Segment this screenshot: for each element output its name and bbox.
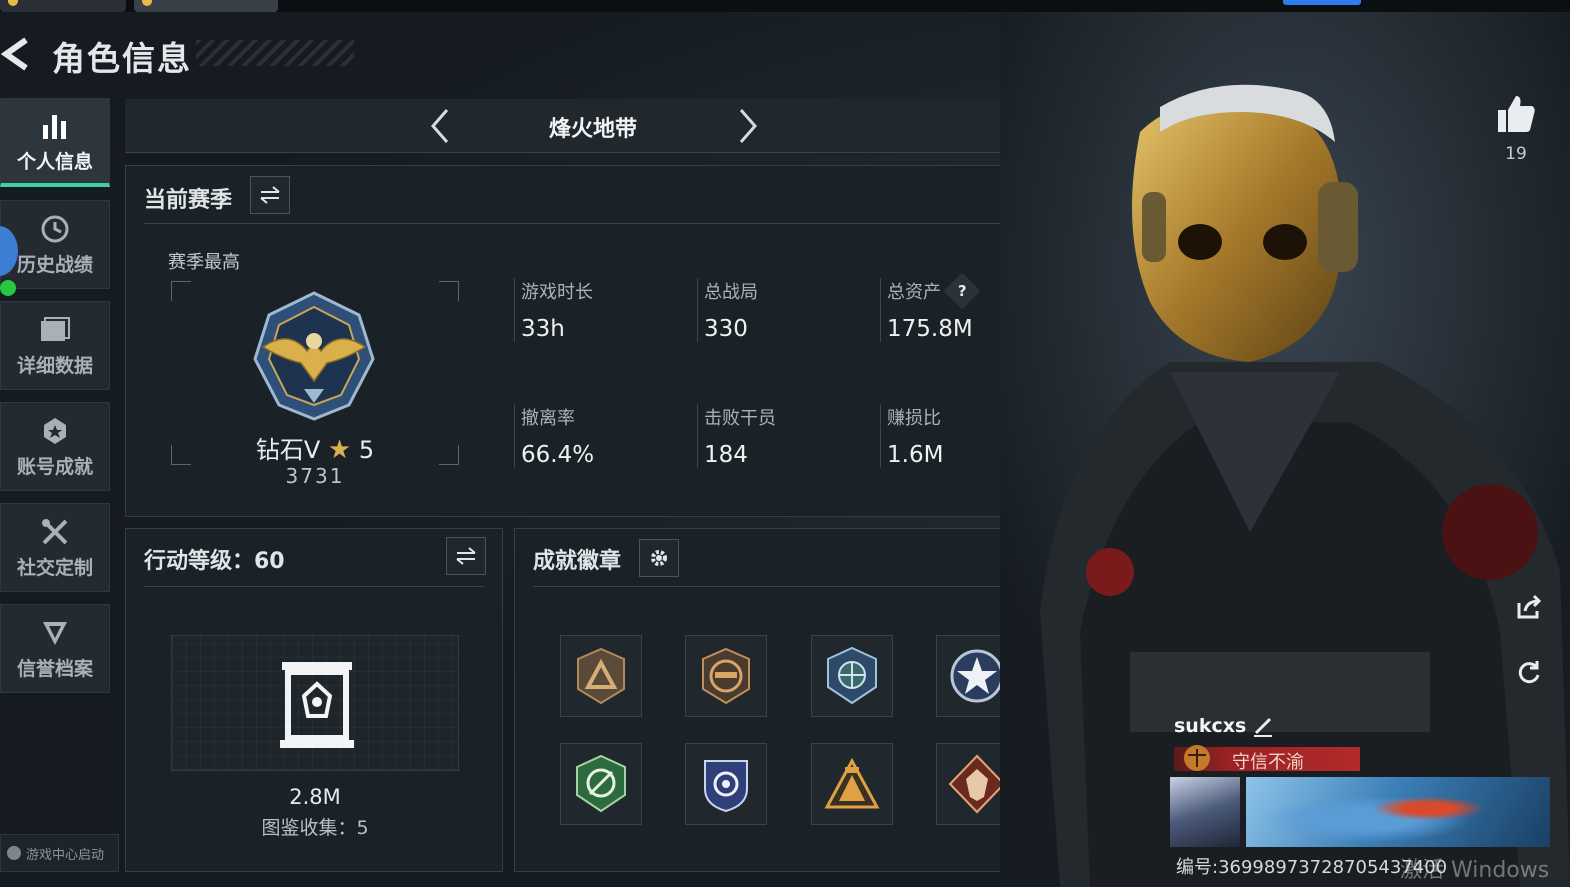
stat-label: 撤离率 (521, 408, 575, 429)
level-display (171, 635, 459, 771)
page-title: 角色信息 (52, 39, 192, 78)
sidebar-item-personal-info[interactable]: 个人信息 (0, 98, 110, 187)
stat-extraction-rate: 撤离率 66.4% (514, 404, 594, 468)
tent-badge[interactable] (811, 743, 893, 825)
stat-value: 33h (521, 316, 565, 342)
refresh-button[interactable] (1508, 651, 1550, 693)
level-panel: 行动等级：60 2.8M 图鉴收集：5 (125, 528, 503, 872)
armory-locker-icon (280, 662, 354, 748)
swap-icon (456, 547, 476, 565)
shield-v-icon (38, 616, 72, 650)
stat-total-assets: 总资产 ? 175.8M (880, 272, 981, 342)
badges-settings-button[interactable] (639, 539, 679, 577)
host-indicator (1283, 0, 1361, 5)
help-icon[interactable]: ? (943, 272, 981, 310)
triangle-badge[interactable] (560, 635, 642, 717)
refresh-icon (1518, 661, 1540, 684)
edit-pencil-icon[interactable] (1252, 715, 1274, 737)
blue-crest-badge[interactable] (685, 743, 767, 825)
sidebar-item-label: 账号成就 (16, 456, 93, 478)
chevron-right-icon (739, 109, 757, 143)
like-count: 19 (1505, 144, 1527, 164)
stat-operators-defeated: 击败干员 184 (697, 404, 776, 468)
back-arrow-icon (0, 37, 28, 71)
stat-value: 66.4% (521, 442, 595, 468)
title-decoration (196, 40, 354, 66)
clock-icon (38, 212, 72, 246)
wifi-status-icon (0, 280, 16, 296)
season-heading: 当前赛季 (144, 188, 233, 213)
sidebar-item-details[interactable]: 详细数据 (0, 301, 110, 390)
host-tab-strip (0, 0, 1570, 12)
tools-icon (38, 515, 72, 549)
swap-icon (260, 186, 280, 204)
like-icon[interactable] (1494, 92, 1538, 136)
host-tab-active[interactable] (134, 0, 278, 12)
host-tab[interactable] (0, 0, 126, 12)
person-icon (7, 846, 21, 860)
diamond-rank-emblem-icon (253, 291, 375, 421)
avatar[interactable] (1170, 777, 1240, 847)
season-panel: 当前赛季 赛季最高 钻石V ★ 5 3731 游戏时长 33h 总战局 330 … (125, 165, 1061, 517)
mode-selector: 烽火地带 (125, 99, 1061, 153)
rank-stars: 5 (358, 436, 375, 464)
next-mode-button[interactable] (728, 103, 768, 149)
sidebar-item-social[interactable]: 社交定制 (0, 503, 110, 592)
sidebar-item-label: 个人信息 (16, 150, 93, 173)
stat-profit-ratio: 赚损比 1.6M (880, 404, 943, 468)
stat-value: 175.8M (887, 316, 973, 342)
stat-value: 330 (704, 316, 748, 342)
medal-icon (38, 414, 72, 448)
stat-playtime: 游戏时长 33h (514, 278, 593, 342)
share-icon (1517, 594, 1542, 619)
sidebar-item-achievements[interactable]: 账号成就 (0, 402, 110, 491)
profile-banner (1246, 777, 1550, 847)
season-switch-button[interactable] (250, 176, 290, 214)
player-title-tag: 守信不渝 (1174, 745, 1360, 773)
stat-label: 总战局 (704, 282, 758, 303)
pistol-badge[interactable] (685, 635, 767, 717)
level-heading: 行动等级：60 (144, 549, 285, 574)
player-title: 守信不渝 (1232, 752, 1304, 773)
stat-label: 总资产 (887, 282, 941, 303)
stat-label-row: 总资产 ? (887, 272, 981, 310)
share-button[interactable] (1508, 586, 1550, 628)
stat-total-matches: 总战局 330 (697, 278, 758, 342)
mode-name: 烽火地带 (548, 117, 637, 142)
stat-label: 赚损比 (887, 408, 941, 429)
game-center-launch[interactable]: 游戏中心启动 (0, 834, 119, 872)
stat-value: 184 (704, 442, 748, 468)
scope-badge[interactable] (560, 743, 642, 825)
divider (144, 586, 484, 587)
stat-label: 游戏时长 (521, 282, 593, 303)
badges-panel: 成就徽章 (514, 528, 1061, 872)
level-switch-button[interactable] (446, 537, 486, 575)
rank-line: 钻石V ★ 5 (171, 430, 459, 465)
bar-chart-icon (38, 109, 72, 143)
game-center-label: 游戏中心启动 (26, 847, 105, 863)
divider (144, 223, 1050, 224)
scales-seal-icon (1184, 745, 1210, 771)
folder-icon (38, 313, 72, 347)
gear-icon (651, 550, 667, 566)
sidebar-item-label: 社交定制 (16, 557, 93, 579)
windows-activation-watermark: 激活 Windows (1400, 858, 1550, 883)
sidebar-item-label: 详细数据 (16, 355, 93, 377)
back-button[interactable] (0, 34, 36, 74)
player-name: sukcxs (1174, 715, 1247, 737)
season-best-label: 赛季最高 (168, 252, 240, 273)
collection-count: 图鉴收集：5 (261, 817, 369, 839)
divider (533, 586, 1053, 587)
sidebar-item-label: 信誉档案 (16, 658, 93, 680)
crosshair-badge[interactable] (811, 635, 893, 717)
rank-star-icon: ★ (327, 435, 352, 465)
sidebar-item-label: 历史战绩 (16, 254, 93, 276)
sidebar-item-reputation[interactable]: 信誉档案 (0, 604, 110, 693)
rank-name: 钻石V (255, 436, 321, 464)
stat-label: 击败干员 (704, 408, 776, 429)
stat-value: 1.6M (887, 442, 944, 468)
rank-score: 3731 (285, 464, 345, 488)
badges-heading: 成就徽章 (533, 549, 622, 574)
level-value: 2.8M (289, 785, 341, 809)
